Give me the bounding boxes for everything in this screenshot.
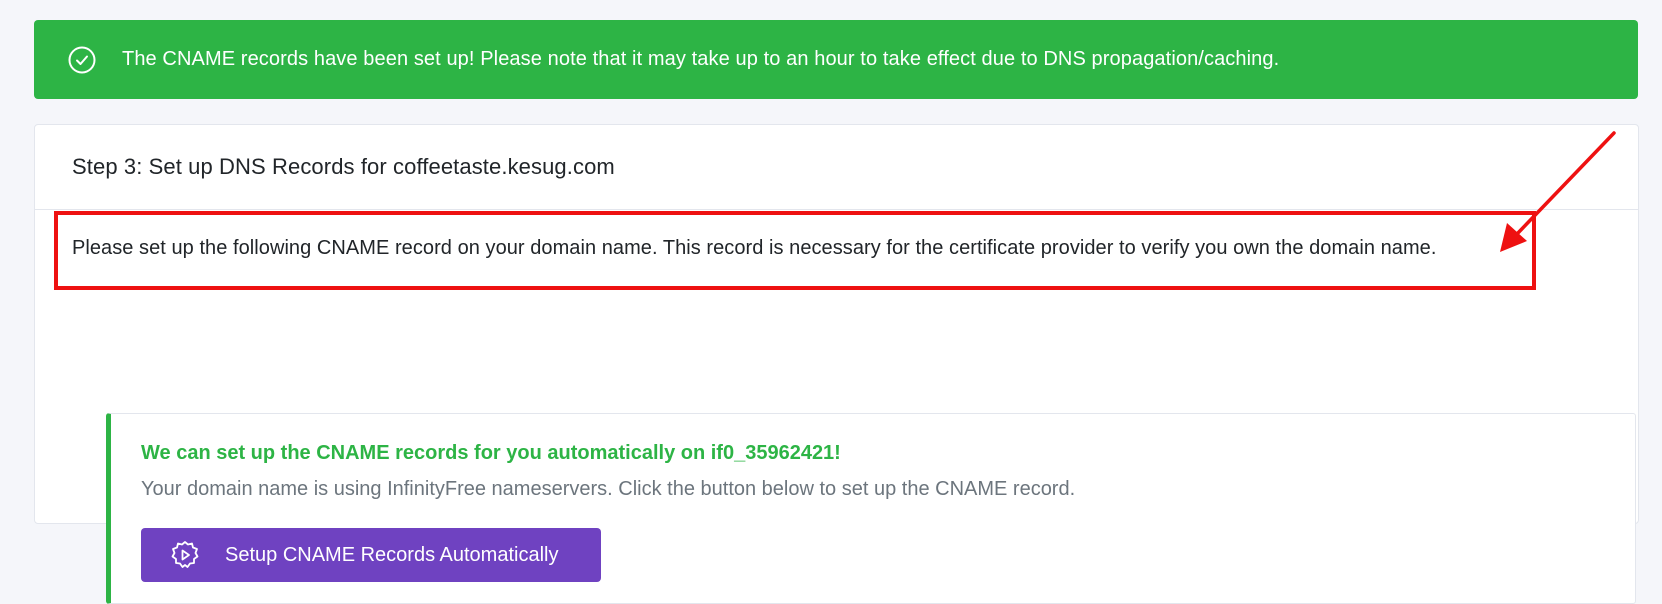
card-header: Step 3: Set up DNS Records for coffeetas…	[35, 125, 1638, 210]
instruction-text: Please set up the following CNAME record…	[72, 237, 1437, 259]
setup-cname-button-label: Setup CNAME Records Automatically	[225, 543, 559, 566]
success-alert: The CNAME records have been set up! Plea…	[34, 20, 1638, 99]
check-circle-icon	[67, 45, 97, 75]
success-alert-message: The CNAME records have been set up! Plea…	[122, 48, 1280, 70]
auto-setup-callout: We can set up the CNAME records for you …	[106, 413, 1636, 604]
callout-description: Your domain name is using InfinityFree n…	[141, 478, 1076, 500]
setup-cname-button[interactable]: Setup CNAME Records Automatically	[141, 528, 601, 582]
gear-play-icon	[168, 538, 202, 572]
card-title: Step 3: Set up DNS Records for coffeetas…	[72, 154, 615, 179]
dns-records-card: Step 3: Set up DNS Records for coffeetas…	[34, 124, 1639, 604]
callout-title: We can set up the CNAME records for you …	[141, 442, 841, 464]
